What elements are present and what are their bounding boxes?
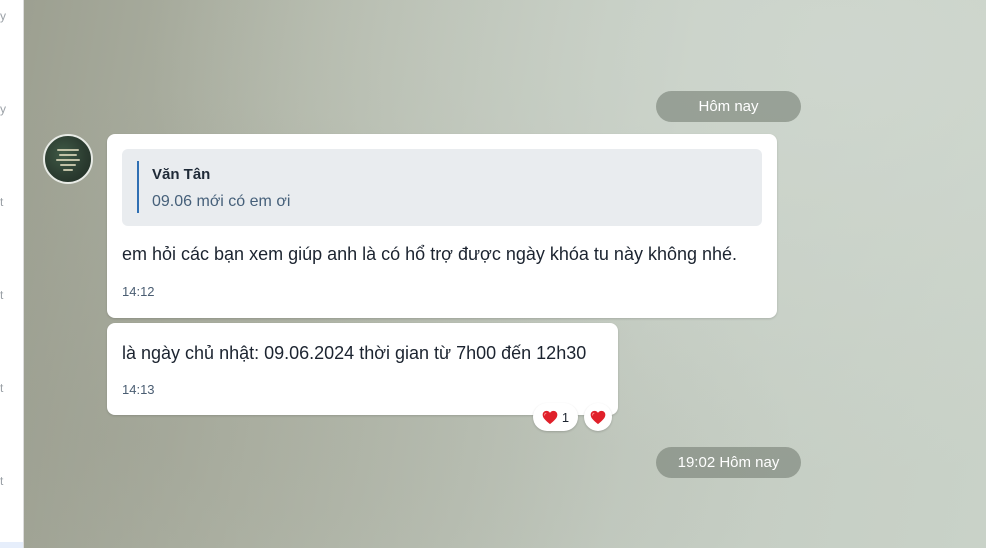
sidebar-truncated-text[interactable]: t xyxy=(0,382,3,394)
avatar[interactable] xyxy=(43,134,93,184)
avatar-image xyxy=(55,146,81,172)
heart-icon xyxy=(590,410,606,424)
quoted-message[interactable]: Văn Tân 09.06 mới có em ơi xyxy=(122,149,762,226)
conversation-list-edge: y y t t t t xyxy=(0,0,24,548)
message-bubble[interactable]: Văn Tân 09.06 mới có em ơi em hỏi các bạ… xyxy=(107,134,777,318)
message-bubble[interactable]: là ngày chủ nhật: 09.06.2024 thời gian t… xyxy=(107,323,618,415)
quote-text: 09.06 mới có em ơi xyxy=(152,193,291,210)
sidebar-selected-indicator xyxy=(0,542,23,548)
chat-message-area[interactable]: Hôm nay Văn Tân 09.06 mới có em ơi em hỏ… xyxy=(24,0,986,548)
sidebar-truncated-text[interactable]: t xyxy=(0,196,3,208)
sidebar-truncated-text[interactable]: t xyxy=(0,289,3,301)
message-text: em hỏi các bạn xem giúp anh là có hổ trợ… xyxy=(122,244,738,264)
time-separator: 19:02 Hôm nay xyxy=(656,447,801,478)
date-separator: Hôm nay xyxy=(656,91,801,122)
sidebar-truncated-text[interactable]: t xyxy=(0,475,3,487)
heart-icon xyxy=(542,410,558,424)
reaction-heart-count[interactable]: 1 xyxy=(533,403,578,431)
react-heart-button[interactable] xyxy=(584,403,612,431)
sidebar-truncated-text[interactable]: y xyxy=(0,103,6,115)
message-time: 14:13 xyxy=(122,382,155,397)
message-text: là ngày chủ nhật: 09.06.2024 thời gian t… xyxy=(122,343,587,363)
message-time: 14:12 xyxy=(122,284,155,299)
quote-accent-bar xyxy=(137,161,139,213)
quote-author: Văn Tân xyxy=(152,166,211,183)
sidebar-truncated-text[interactable]: y xyxy=(0,10,6,22)
reaction-count: 1 xyxy=(561,409,570,425)
